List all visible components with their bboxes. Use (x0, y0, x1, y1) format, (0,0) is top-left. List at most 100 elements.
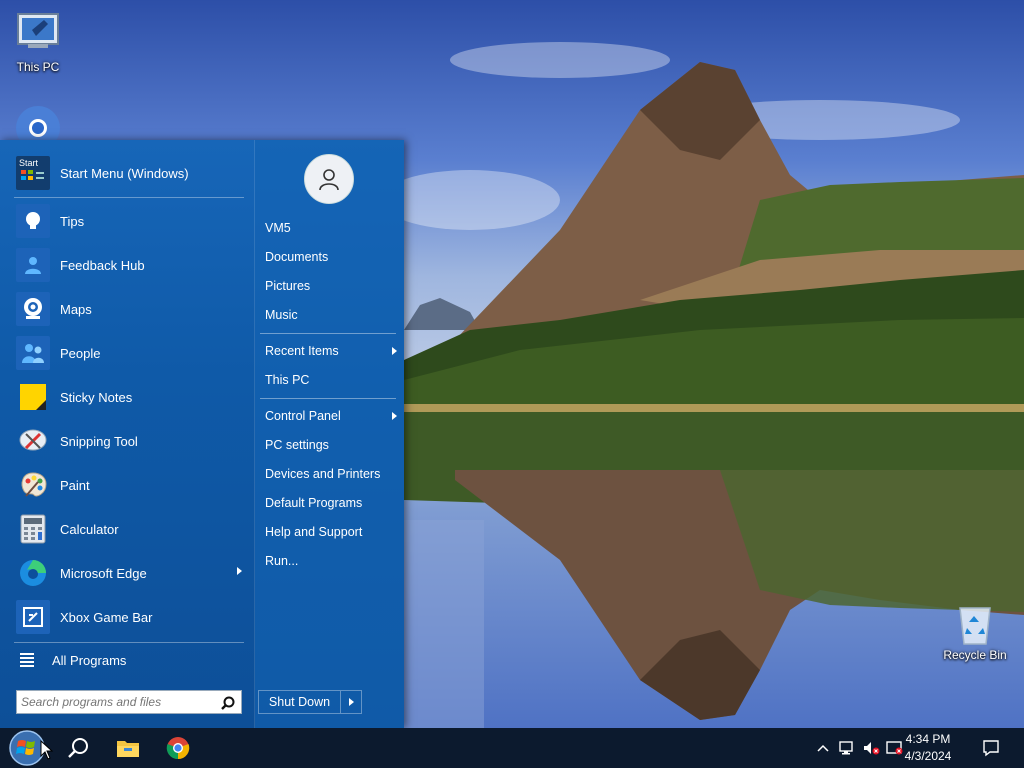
places-label: PC settings (265, 438, 329, 452)
start-badge-text: Start (19, 158, 39, 168)
taskbar-clock[interactable]: 4:34 PM 4/3/2024 (892, 731, 964, 765)
clock-time: 4:34 PM (905, 732, 951, 746)
app-item-sticky-notes[interactable]: Sticky Notes (10, 376, 246, 418)
palette-icon (16, 468, 50, 502)
app-label: Calculator (60, 521, 119, 537)
places-item-pictures[interactable]: Pictures (265, 274, 399, 298)
search-input[interactable] (21, 693, 211, 711)
recycle-bin-icon (954, 602, 996, 646)
start-menu-places-pane: VM5 Documents Pictures Music Recent Item… (255, 140, 404, 728)
places-item-run[interactable]: Run... (265, 549, 399, 573)
app-label: People (60, 345, 101, 361)
chrome-icon (166, 737, 190, 760)
places-label: Run... (265, 554, 299, 568)
places-item-default-programs[interactable]: Default Programs (265, 491, 399, 515)
places-label: Recent Items (265, 344, 339, 358)
app-label: Sticky Notes (60, 389, 133, 405)
places-label: Documents (265, 250, 329, 264)
places-item-help-support[interactable]: Help and Support (265, 520, 399, 544)
places-label: Control Panel (265, 409, 341, 423)
separator (260, 333, 396, 334)
scissors-icon (16, 424, 50, 458)
user-icon (319, 169, 339, 191)
app-item-tips[interactable]: Tips (10, 200, 246, 242)
all-programs-label: All Programs (52, 652, 127, 668)
start-menu: Start Start Menu (Windows) Tips Feedback… (0, 140, 404, 728)
places-item-recent-items[interactable]: Recent Items (265, 339, 399, 363)
shutdown-control: Shut Down (258, 690, 362, 714)
start-menu-programs-pane: Start Start Menu (Windows) Tips Feedback… (0, 140, 254, 728)
taskbar-chrome[interactable] (158, 728, 198, 768)
desktop-icon-recycle-bin[interactable]: Recycle Bin (937, 602, 1013, 662)
app-item-paint[interactable]: Paint (10, 464, 246, 506)
places-item-pc-settings[interactable]: PC settings (265, 433, 399, 457)
app-item-xbox-game-bar[interactable]: Xbox Game Bar (10, 596, 246, 638)
separator (14, 197, 244, 198)
xbox-game-bar-icon (16, 600, 50, 634)
places-item-vm5[interactable]: VM5 (265, 216, 399, 240)
app-label: Paint (60, 477, 90, 493)
app-label: Tips (60, 213, 85, 229)
submenu-arrow-icon (392, 347, 397, 355)
start-menu-icon: Start (16, 156, 50, 190)
separator (14, 642, 244, 643)
places-label: This PC (265, 373, 310, 387)
places-label: VM5 (265, 221, 291, 235)
places-label: Music (265, 308, 298, 322)
places-item-this-pc[interactable]: This PC (265, 368, 399, 392)
search-icon (68, 738, 88, 758)
chevron-up-icon[interactable] (815, 740, 833, 756)
places-item-devices-printers[interactable]: Devices and Printers (265, 462, 399, 486)
places-item-documents[interactable]: Documents (265, 245, 399, 269)
separator (260, 398, 396, 399)
network-icon[interactable] (838, 740, 856, 756)
desktop-icon-label: Recycle Bin (943, 648, 1007, 662)
desktop-icon-chrome-partial[interactable] (0, 104, 76, 140)
map-pin-icon (16, 292, 50, 326)
places-item-music[interactable]: Music (265, 303, 399, 327)
start-search-box[interactable] (16, 690, 242, 714)
places-label: Help and Support (265, 525, 363, 539)
app-item-people[interactable]: People (10, 332, 246, 374)
list-icon (20, 653, 36, 667)
shutdown-options-arrow-icon[interactable] (341, 691, 361, 713)
edge-icon (16, 556, 50, 590)
user-avatar[interactable] (304, 154, 354, 204)
places-label: Pictures (265, 279, 311, 293)
desktop-icon-this-pc[interactable]: This PC (0, 10, 76, 74)
all-programs-button[interactable]: All Programs (14, 648, 244, 672)
desktop-icon-label: This PC (16, 60, 60, 74)
calculator-icon (16, 512, 50, 546)
monitor-icon (14, 10, 62, 58)
feedback-person-icon (16, 248, 50, 282)
places-label: Devices and Printers (265, 467, 381, 481)
places-item-control-panel[interactable]: Control Panel (265, 404, 399, 428)
taskbar: 4:34 PM 4/3/2024 (0, 728, 1024, 768)
notification-icon[interactable] (982, 739, 1000, 757)
app-label: Snipping Tool (60, 433, 138, 449)
app-item-maps[interactable]: Maps (10, 288, 246, 330)
app-label: Xbox Game Bar (60, 609, 153, 625)
mouse-pointer-icon (40, 740, 54, 760)
app-item-calculator[interactable]: Calculator (10, 508, 246, 550)
search-icon[interactable] (221, 696, 235, 710)
people-icon (16, 336, 50, 370)
taskbar-search-button[interactable] (58, 728, 98, 768)
chrome-icon (14, 104, 62, 140)
clock-date: 4/3/2024 (904, 749, 952, 763)
file-explorer-icon (117, 741, 139, 757)
places-label: Default Programs (265, 496, 363, 510)
lightbulb-icon (16, 204, 50, 238)
app-label: Microsoft Edge (60, 565, 147, 581)
volume-muted-icon[interactable] (862, 740, 880, 756)
app-item-feedback-hub[interactable]: Feedback Hub (10, 244, 246, 286)
app-label: Start Menu (Windows) (60, 165, 189, 181)
app-item-snipping-tool[interactable]: Snipping Tool (10, 420, 246, 462)
shutdown-button[interactable]: Shut Down (259, 691, 341, 713)
taskbar-file-explorer[interactable] (108, 728, 148, 768)
start-menu-windows-item[interactable]: Start Start Menu (Windows) (10, 152, 246, 194)
app-label: Maps (60, 301, 92, 317)
app-item-microsoft-edge[interactable]: Microsoft Edge (10, 552, 246, 594)
submenu-arrow-icon (392, 412, 397, 420)
submenu-arrow-icon (237, 567, 242, 575)
